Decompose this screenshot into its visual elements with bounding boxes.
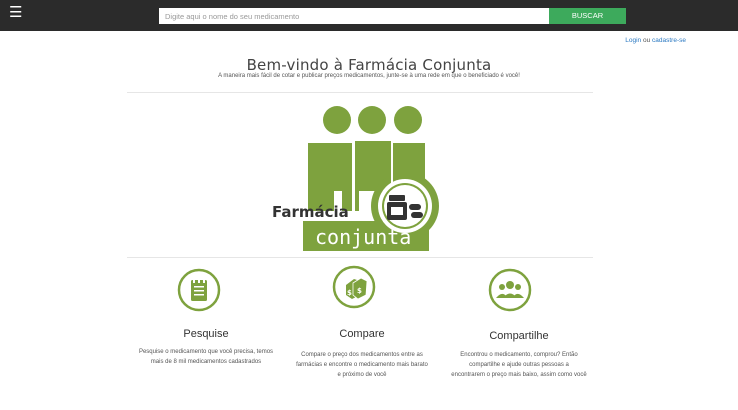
divider	[127, 92, 593, 93]
page-title: Bem-vindo à Farmácia Conjunta	[246, 56, 492, 75]
feature-description: Encontrou o medicamento, comprou? Então …	[451, 352, 587, 378]
top-navbar: ☰ BUSCAR	[0, 0, 738, 31]
feature-description: Pesquise o medicamento que você precisa,…	[138, 349, 274, 365]
feature-title: Pesquise	[183, 328, 229, 340]
feature-title: Compartilhe	[489, 330, 549, 342]
people-group-icon	[488, 268, 532, 312]
logo-word-farmacia: Farmácia	[272, 203, 349, 221]
medicine-jar-icon	[387, 195, 407, 220]
page-subtitle: A maneira mais fácil de cotar e publicar…	[218, 73, 520, 79]
search-button[interactable]: BUSCAR	[549, 8, 626, 24]
hamburger-icon[interactable]: ☰	[9, 5, 23, 20]
svg-text:$: $	[347, 289, 352, 297]
feature-description: Compare o preço dos medicamentos entre a…	[296, 352, 428, 378]
auth-separator: ou	[642, 37, 651, 44]
search-input[interactable]	[159, 8, 549, 24]
notepad-icon	[177, 268, 221, 312]
divider	[127, 257, 593, 258]
logo-word-conjunta: conjunta	[315, 225, 411, 249]
svg-text:$: $	[357, 287, 362, 295]
price-tags-icon: $ $	[332, 265, 376, 309]
auth-links: Login ou cadastre-se	[625, 37, 686, 44]
login-link[interactable]: Login	[625, 37, 641, 44]
feature-title: Compare	[339, 328, 385, 340]
farmacia-conjunta-logo: Farmácia conjunta	[272, 106, 439, 251]
register-link[interactable]: cadastre-se	[652, 37, 686, 44]
